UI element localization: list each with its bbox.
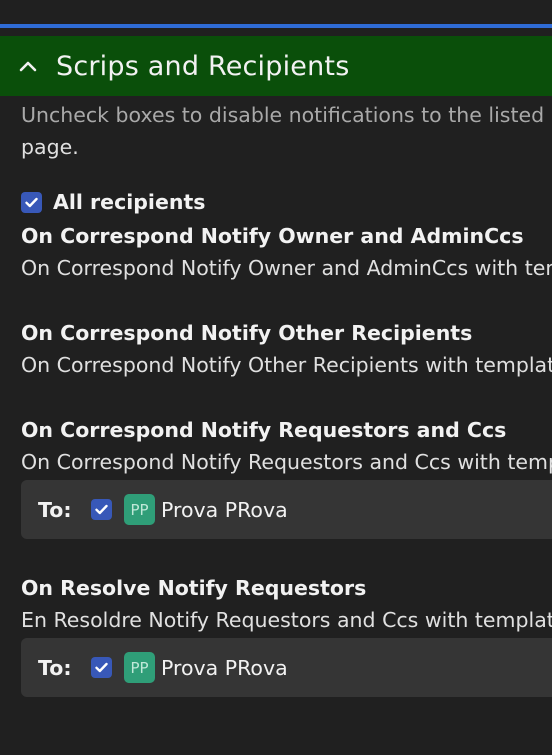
scrip-title: On Correspond Notify Owner and AdminCcs xyxy=(21,224,524,248)
to-label: To: xyxy=(38,497,72,522)
recipients-box: To: PP Prova PRova xyxy=(21,480,552,539)
checkmark-icon xyxy=(25,197,38,207)
all-recipients-label: All recipients xyxy=(53,190,206,214)
scrip-title: On Resolve Notify Requestors xyxy=(21,576,367,600)
scrip-item: On Correspond Notify Other Recipients On… xyxy=(21,317,552,381)
checkmark-icon xyxy=(95,504,108,515)
intro-text: Uncheck boxes to disable notifications t… xyxy=(21,96,552,163)
avatar: PP xyxy=(124,494,155,525)
to-label: To: xyxy=(38,655,72,680)
scrip-title: On Correspond Notify Other Recipients xyxy=(21,321,473,345)
scrip-description: En Resoldre Notify Requestors and Ccs wi… xyxy=(21,608,552,632)
chevron-up-icon[interactable] xyxy=(8,36,48,96)
scrip-description: On Correspond Notify Owner and AdminCcs … xyxy=(21,256,552,280)
checkmark-icon xyxy=(95,662,108,673)
recipient-name: Prova PRova xyxy=(161,497,288,522)
scrip-title: On Correspond Notify Requestors and Ccs xyxy=(21,418,507,442)
scrip-item: On Correspond Notify Owner and AdminCcs … xyxy=(21,220,552,284)
recipient-name: Prova PRova xyxy=(161,655,288,680)
top-bar xyxy=(0,0,552,24)
accent-divider xyxy=(0,24,552,28)
intro-line-2: page. xyxy=(21,135,79,159)
all-recipients-row[interactable]: All recipients xyxy=(21,184,552,220)
scrip-description: On Correspond Notify Other Recipients wi… xyxy=(21,353,552,377)
section-title: Scrips and Recipients xyxy=(56,50,350,82)
scrip-item: On Resolve Notify Requestors En Resoldre… xyxy=(21,572,552,697)
section-header[interactable]: Scrips and Recipients xyxy=(0,36,552,96)
scrip-description: On Correspond Notify Requestors and Ccs … xyxy=(21,450,552,474)
section-content: Uncheck boxes to disable notifications t… xyxy=(21,96,552,730)
recipient-checkbox[interactable] xyxy=(91,499,112,520)
recipients-box: To: PP Prova PRova xyxy=(21,638,552,697)
all-recipients-checkbox[interactable] xyxy=(21,191,42,213)
intro-line-1: Uncheck boxes to disable notifications t… xyxy=(21,103,552,127)
avatar: PP xyxy=(124,652,155,683)
recipient-checkbox[interactable] xyxy=(91,657,112,678)
scrip-item: On Correspond Notify Requestors and Ccs … xyxy=(21,414,552,539)
